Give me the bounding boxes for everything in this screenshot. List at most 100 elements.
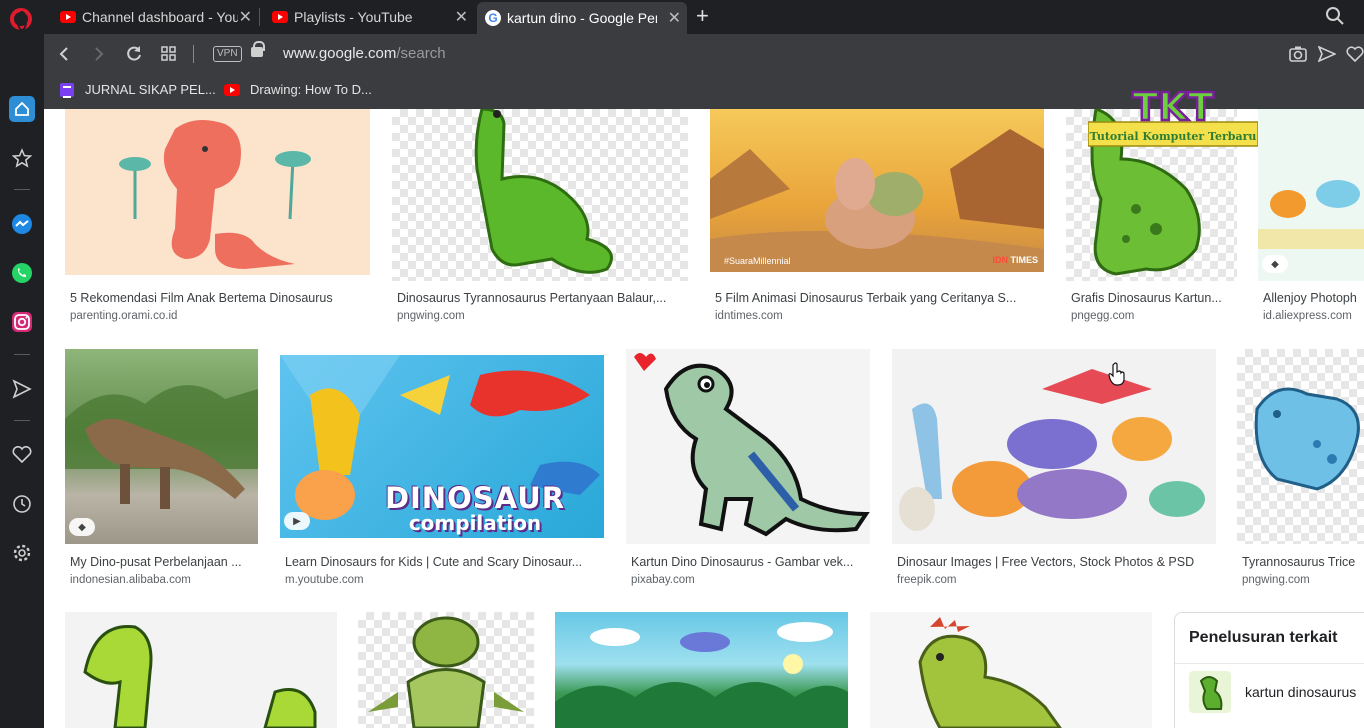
result-source[interactable]: pngegg.com bbox=[1071, 310, 1236, 322]
sidebar-divider bbox=[14, 354, 30, 355]
lock-icon[interactable] bbox=[251, 41, 265, 57]
url-path: /search bbox=[396, 45, 446, 62]
tab-title: Channel dashboard - YouTube bbox=[82, 9, 238, 25]
send-icon[interactable] bbox=[9, 376, 35, 402]
bookmark-label: JURNAL SIKAP PEL... bbox=[85, 82, 216, 97]
result-caption[interactable]: Grafis Dinosaurus Kartun... bbox=[1071, 291, 1236, 305]
opera-logo-icon[interactable] bbox=[10, 8, 32, 31]
star-icon[interactable] bbox=[9, 145, 35, 171]
result-thumbnail[interactable] bbox=[1237, 349, 1364, 544]
tab-playlists[interactable]: Playlists - YouTube ✕ bbox=[264, 4, 474, 30]
image-result[interactable] bbox=[65, 612, 337, 728]
url-host: www.google.com bbox=[283, 45, 397, 62]
result-source[interactable]: parenting.orami.co.id bbox=[70, 310, 365, 322]
tab-title: Playlists - YouTube bbox=[294, 9, 413, 25]
reload-icon[interactable] bbox=[125, 45, 143, 63]
image-result[interactable] bbox=[358, 612, 534, 728]
tag-icon: ◆ bbox=[1262, 255, 1288, 273]
result-caption[interactable]: Kartun Dino Dinosaurus - Gambar vek... bbox=[631, 555, 869, 569]
image-result[interactable]: ◆ Allenjoy Photoph id.aliexpress.com bbox=[1258, 109, 1364, 329]
grid-icon[interactable] bbox=[161, 46, 177, 62]
related-search-label: kartun dinosaurus bbox=[1245, 684, 1357, 700]
image-result[interactable]: DINOSAUR compilation ▶ Learn Dinosaurs f… bbox=[280, 355, 604, 589]
watermark-times: TIMES bbox=[1007, 255, 1038, 265]
close-icon[interactable]: ✕ bbox=[239, 7, 252, 27]
related-searches-panel: Penelusuran terkait kartun dinosaurus bbox=[1174, 612, 1364, 728]
image-result[interactable]: ◆ My Dino-pusat Perbelanjaan ... indones… bbox=[65, 349, 258, 589]
result-thumbnail[interactable] bbox=[555, 612, 848, 728]
result-thumbnail[interactable] bbox=[892, 349, 1216, 544]
google-icon: G bbox=[485, 10, 501, 26]
result-caption[interactable]: My Dino-pusat Perbelanjaan ... bbox=[70, 555, 258, 569]
image-result[interactable]: Dinosaur Images | Free Vectors, Stock Ph… bbox=[892, 349, 1216, 589]
url-field[interactable]: www.google.com/search bbox=[283, 45, 446, 62]
result-source[interactable]: idntimes.com bbox=[715, 310, 1043, 322]
result-source[interactable]: indonesian.alibaba.com bbox=[70, 574, 258, 586]
result-thumbnail[interactable] bbox=[870, 612, 1152, 728]
result-caption[interactable]: 5 Rekomendasi Film Anak Bertema Dinosaur… bbox=[70, 291, 365, 305]
image-result[interactable] bbox=[870, 612, 1152, 728]
image-result[interactable]: Tyrannosaurus Trice pngwing.com bbox=[1237, 349, 1364, 589]
result-thumbnail[interactable]: DINOSAUR compilation ▶ bbox=[280, 355, 604, 538]
tab-kartun-dino[interactable]: G kartun dino - Google Penelusuran ✕ bbox=[477, 2, 687, 34]
play-icon: ▶ bbox=[284, 512, 310, 530]
image-result[interactable] bbox=[555, 612, 848, 728]
new-tab-button[interactable]: + bbox=[696, 4, 709, 28]
settings-gear-icon[interactable] bbox=[9, 540, 35, 566]
thumbnail-subtitle: compilation bbox=[408, 511, 542, 535]
search-tabs-icon[interactable] bbox=[1325, 6, 1345, 26]
result-caption[interactable]: Tyrannosaurus Trice bbox=[1242, 555, 1364, 569]
result-caption[interactable]: Dinosaur Images | Free Vectors, Stock Ph… bbox=[897, 555, 1215, 569]
vpn-badge[interactable]: VPN bbox=[213, 46, 242, 62]
related-divider bbox=[1175, 663, 1364, 664]
thumbnail-title: DINOSAUR bbox=[384, 481, 566, 515]
result-source[interactable]: m.youtube.com bbox=[285, 574, 603, 586]
result-source[interactable]: freepik.com bbox=[897, 574, 1215, 586]
result-thumbnail[interactable] bbox=[358, 612, 534, 728]
result-thumbnail[interactable] bbox=[65, 612, 337, 728]
image-result[interactable]: 5 Rekomendasi Film Anak Bertema Dinosaur… bbox=[65, 109, 370, 329]
idn-times-watermark: IDN TIMES bbox=[992, 255, 1038, 265]
result-caption[interactable]: Allenjoy Photoph bbox=[1263, 291, 1364, 305]
send-icon[interactable] bbox=[1318, 46, 1336, 62]
result-thumbnail[interactable]: ◆ bbox=[1258, 109, 1364, 281]
tab-strip: Channel dashboard - YouTube ✕ Playlists … bbox=[0, 0, 1364, 34]
result-thumbnail[interactable]: ◆ bbox=[65, 349, 258, 544]
close-icon[interactable]: ✕ bbox=[455, 7, 468, 27]
heart-icon[interactable] bbox=[1346, 46, 1364, 62]
result-thumbnail[interactable] bbox=[65, 109, 370, 275]
messenger-icon[interactable] bbox=[9, 211, 35, 237]
bookmark-jurnal[interactable]: JURNAL SIKAP PEL... bbox=[60, 82, 216, 98]
whatsapp-icon[interactable] bbox=[9, 260, 35, 286]
result-source[interactable]: pngwing.com bbox=[397, 310, 687, 322]
camera-icon[interactable] bbox=[1289, 46, 1307, 62]
bookmark-drawing[interactable]: Drawing: How To D... bbox=[224, 82, 372, 97]
related-search-item[interactable]: kartun dinosaurus bbox=[1189, 671, 1356, 713]
image-result[interactable]: Dinosaurus Tyrannosaurus Pertanyaan Bala… bbox=[392, 109, 688, 329]
bookmark-label: Drawing: How To D... bbox=[250, 82, 372, 97]
heart-icon[interactable] bbox=[9, 442, 35, 468]
result-thumbnail[interactable] bbox=[626, 349, 870, 544]
result-caption[interactable]: Learn Dinosaurs for Kids | Cute and Scar… bbox=[285, 555, 603, 569]
instagram-icon[interactable] bbox=[9, 309, 35, 335]
related-searches-title: Penelusuran terkait bbox=[1189, 629, 1338, 646]
result-source[interactable]: pixabay.com bbox=[631, 574, 869, 586]
forward-icon[interactable] bbox=[93, 46, 105, 62]
result-thumbnail[interactable] bbox=[392, 109, 688, 281]
image-result[interactable]: Kartun Dino Dinosaurus - Gambar vek... p… bbox=[626, 349, 870, 589]
image-result[interactable]: #SuaraMillennial IDN TIMES 5 Film Animas… bbox=[710, 109, 1044, 329]
result-thumbnail[interactable]: #SuaraMillennial IDN TIMES bbox=[710, 109, 1044, 272]
result-source[interactable]: id.aliexpress.com bbox=[1263, 310, 1364, 322]
tab-channel-dashboard[interactable]: Channel dashboard - YouTube ✕ bbox=[52, 4, 258, 30]
youtube-icon bbox=[224, 83, 240, 96]
result-caption[interactable]: 5 Film Animasi Dinosaurus Terbaik yang C… bbox=[715, 291, 1043, 305]
back-icon[interactable] bbox=[58, 46, 70, 62]
address-bar: VPN www.google.com/search bbox=[44, 34, 1364, 74]
history-icon[interactable] bbox=[9, 491, 35, 517]
close-icon[interactable]: ✕ bbox=[668, 8, 681, 28]
youtube-icon bbox=[60, 11, 76, 23]
result-caption[interactable]: Dinosaurus Tyrannosaurus Pertanyaan Bala… bbox=[397, 291, 687, 305]
result-source[interactable]: pngwing.com bbox=[1242, 574, 1364, 586]
home-icon[interactable] bbox=[9, 96, 35, 122]
toolbar-divider bbox=[193, 45, 194, 63]
